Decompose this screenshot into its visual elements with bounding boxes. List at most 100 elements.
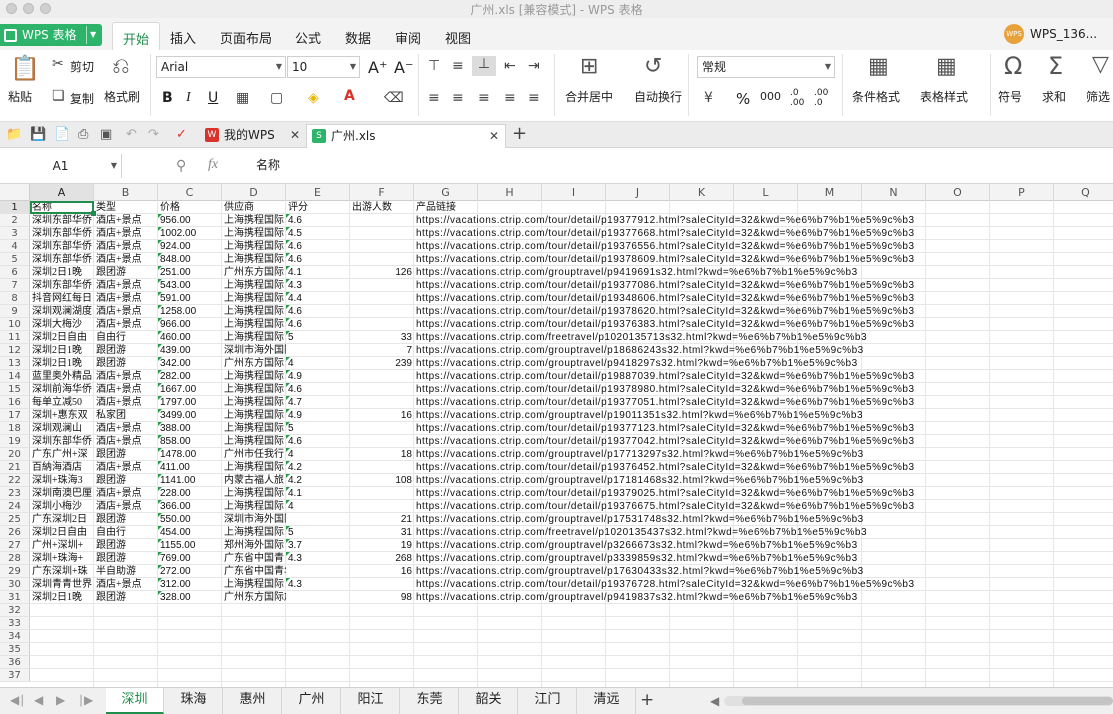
table-cell[interactable]: 3499.00 bbox=[158, 409, 222, 422]
table-cell[interactable]: 价格 bbox=[158, 201, 222, 214]
table-cell[interactable]: 4.3 bbox=[286, 578, 350, 591]
table-cell[interactable]: 上海携程国际 bbox=[222, 253, 286, 266]
align-top-icon[interactable]: ⊤ bbox=[428, 58, 440, 74]
table-cell[interactable]: 966.00 bbox=[158, 318, 222, 331]
align-center-icon[interactable]: ≡ bbox=[452, 90, 464, 106]
table-cell[interactable]: 272.00 bbox=[158, 565, 222, 578]
table-cell[interactable]: 深圳市海外国际旅行社有限公 bbox=[222, 513, 286, 526]
table-cell[interactable]: 广州+深圳+ bbox=[30, 539, 94, 552]
table-cell[interactable]: 5 bbox=[286, 422, 350, 435]
table-cell[interactable]: 5 bbox=[286, 526, 350, 539]
table-cell[interactable]: 454.00 bbox=[158, 526, 222, 539]
table-cell[interactable]: 956.00 bbox=[158, 214, 222, 227]
table-cell[interactable]: 深圳东部华侨 bbox=[30, 279, 94, 292]
menu-tab[interactable]: 数据 bbox=[345, 28, 371, 47]
table-cell[interactable]: https://vacations.ctrip.com/grouptravel/… bbox=[414, 448, 1054, 461]
borders-icon[interactable]: ▦ bbox=[236, 90, 249, 106]
customize-toolbar-icon[interactable]: ✓ bbox=[176, 127, 187, 142]
table-cell[interactable]: 上海携程国际 bbox=[222, 240, 286, 253]
row-header[interactable]: 21 bbox=[0, 461, 30, 474]
spreadsheet-grid[interactable]: ABCDEFGHIJKLMNOPQ 1 2 3 4 5 6 7 8 9 10 11 12 13 14 15 1… bbox=[0, 184, 1113, 687]
menu-tab[interactable]: 视图 bbox=[445, 28, 471, 47]
table-cell[interactable]: 108 bbox=[350, 474, 414, 487]
table-cell[interactable]: 858.00 bbox=[158, 435, 222, 448]
row-header[interactable]: 28 bbox=[0, 552, 30, 565]
sheet-tab[interactable]: 江门 bbox=[519, 688, 577, 714]
table-cell[interactable]: 328.00 bbox=[158, 591, 222, 604]
table-cell[interactable]: 跟团游 bbox=[94, 474, 158, 487]
table-cell[interactable]: 深圳东部华侨 bbox=[30, 240, 94, 253]
row-header[interactable]: 3 bbox=[0, 227, 30, 240]
menu-tab[interactable]: 公式 bbox=[295, 28, 321, 47]
table-cell[interactable]: 深圳+珠海+ bbox=[30, 552, 94, 565]
column-header[interactable]: O bbox=[926, 184, 990, 201]
table-cell[interactable]: 酒店+景点 bbox=[94, 461, 158, 474]
table-cell[interactable]: 深圳青青世界 bbox=[30, 578, 94, 591]
row-header[interactable]: 20 bbox=[0, 448, 30, 461]
close-icon[interactable]: ✕ bbox=[290, 124, 300, 146]
table-cell[interactable]: 百納海酒店 bbox=[30, 461, 94, 474]
align-middle-icon[interactable]: ≡ bbox=[452, 58, 464, 74]
name-box[interactable]: A1 ▼ bbox=[0, 154, 122, 178]
menu-tab[interactable]: 插入 bbox=[170, 28, 196, 47]
increase-decimal-icon[interactable]: .0.00 bbox=[790, 88, 804, 108]
decrease-decimal-icon[interactable]: .00.0 bbox=[814, 88, 828, 108]
zoom-icon[interactable]: ⚲ bbox=[176, 158, 186, 174]
select-all-corner[interactable] bbox=[0, 184, 30, 201]
table-cell[interactable]: 供应商 bbox=[222, 201, 286, 214]
cell-style-icon[interactable]: ▢ bbox=[270, 90, 283, 106]
table-cell[interactable]: https://vacations.ctrip.com/grouptravel/… bbox=[414, 474, 1054, 487]
table-cell[interactable]: 深圳2日自由 bbox=[30, 526, 94, 539]
table-cell[interactable]: 酒店+景点 bbox=[94, 435, 158, 448]
sheet-tab[interactable]: 阳江 bbox=[342, 688, 400, 714]
format-painter-button[interactable]: 格式刷 bbox=[104, 88, 140, 105]
table-cell[interactable]: 酒店+景点 bbox=[94, 487, 158, 500]
table-cell[interactable]: 广州东方国际旅行社有限公司 bbox=[222, 591, 286, 604]
row-header[interactable]: 12 bbox=[0, 344, 30, 357]
table-cell[interactable]: 深圳2日1晚 bbox=[30, 357, 94, 370]
column-header[interactable]: D bbox=[222, 184, 286, 201]
table-cell[interactable]: 4.7 bbox=[286, 396, 350, 409]
table-cell[interactable]: 4.5 bbox=[286, 227, 350, 240]
next-sheet-icon[interactable]: ▶ bbox=[56, 693, 65, 707]
table-cell[interactable]: 深圳观澜山 bbox=[30, 422, 94, 435]
table-cell[interactable]: 深圳东部华侨 bbox=[30, 227, 94, 240]
table-cell[interactable]: 酒店+景点 bbox=[94, 500, 158, 513]
paste-button[interactable]: 粘贴 bbox=[8, 88, 32, 105]
table-cell[interactable]: 4.6 bbox=[286, 240, 350, 253]
copy-icon[interactable]: ❏ bbox=[52, 88, 65, 104]
table-cell[interactable]: https://vacations.ctrip.com/tour/detail/… bbox=[414, 240, 1054, 253]
table-cell[interactable]: 7 bbox=[350, 344, 414, 357]
table-cell[interactable]: 19 bbox=[350, 539, 414, 552]
merge-center-button[interactable]: 合并居中 bbox=[565, 88, 613, 105]
row-header[interactable]: 11 bbox=[0, 331, 30, 344]
symbol-button[interactable]: 符号 bbox=[998, 88, 1022, 105]
table-cell[interactable]: 深圳+惠东双 bbox=[30, 409, 94, 422]
column-header[interactable]: L bbox=[734, 184, 798, 201]
scissors-icon[interactable]: ✂ bbox=[52, 56, 64, 72]
table-cell[interactable]: https://vacations.ctrip.com/tour/detail/… bbox=[414, 435, 1054, 448]
table-cell[interactable]: https://vacations.ctrip.com/grouptravel/… bbox=[414, 266, 1054, 279]
table-cell[interactable]: https://vacations.ctrip.com/tour/detail/… bbox=[414, 396, 1054, 409]
table-cell[interactable]: 4.6 bbox=[286, 253, 350, 266]
table-cell[interactable]: https://vacations.ctrip.com/grouptravel/… bbox=[414, 344, 1054, 357]
table-cell[interactable]: 上海携程国际 bbox=[222, 435, 286, 448]
pdf-icon[interactable]: 📄 bbox=[54, 127, 70, 142]
table-cell[interactable]: https://vacations.ctrip.com/tour/detail/… bbox=[414, 578, 1054, 591]
filter-icon[interactable]: ▽ bbox=[1092, 54, 1109, 76]
table-cell[interactable]: 上海携程国际 bbox=[222, 383, 286, 396]
row-header[interactable]: 24 bbox=[0, 500, 30, 513]
currency-icon[interactable]: ¥ bbox=[704, 90, 713, 106]
sheet-tab[interactable]: 珠海 bbox=[165, 688, 223, 714]
table-cell[interactable]: 深圳2日1晚 bbox=[30, 344, 94, 357]
table-cell[interactable]: 4.4 bbox=[286, 292, 350, 305]
filter-button[interactable]: 筛选 bbox=[1086, 88, 1110, 105]
sheet-tab[interactable]: 清远 bbox=[578, 688, 636, 714]
table-cell[interactable]: 4.6 bbox=[286, 214, 350, 227]
formula-input[interactable]: 名称 bbox=[256, 156, 280, 173]
table-cell[interactable]: 上海携程国际 bbox=[222, 409, 286, 422]
thousands-icon[interactable]: 000 bbox=[760, 90, 781, 103]
column-header[interactable]: C bbox=[158, 184, 222, 201]
row-header[interactable]: 37 bbox=[0, 669, 30, 682]
font-name-select[interactable]: Arial ▼ bbox=[156, 56, 286, 78]
